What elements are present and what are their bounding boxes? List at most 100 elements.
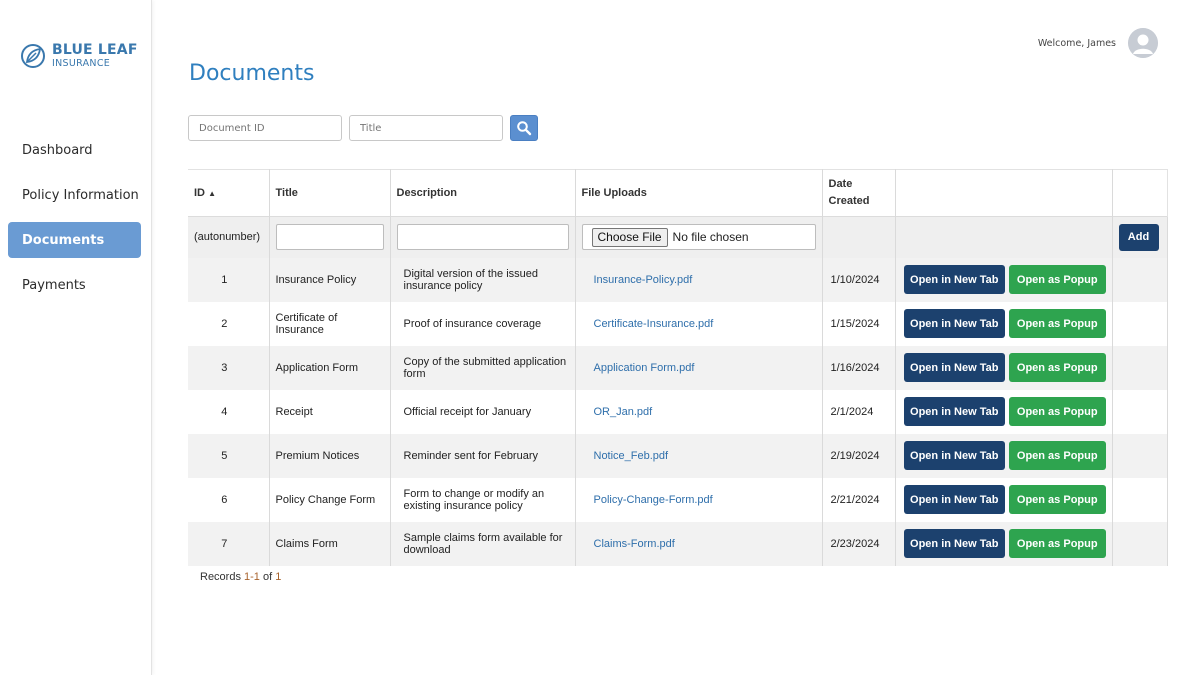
open-in-new-tab-button[interactable]: Open in New Tab — [903, 265, 1005, 294]
sidebar-item-label: Documents — [22, 232, 105, 248]
file-link[interactable]: Notice_Feb.pdf — [582, 450, 669, 462]
row-title: Claims Form — [269, 521, 391, 566]
file-upload-field[interactable]: Choose File No file chosen — [581, 224, 816, 251]
column-header-date-created[interactable]: Date Created — [822, 169, 896, 217]
search-button[interactable] — [510, 115, 538, 141]
row-description: Reminder sent for February — [390, 433, 576, 478]
new-title-input[interactable] — [275, 224, 384, 251]
new-actions-cell — [895, 216, 1113, 258]
column-header-description[interactable]: Description — [390, 169, 576, 217]
row-empty-cell — [1112, 257, 1168, 302]
column-header-add — [1112, 169, 1168, 217]
row-description: Form to change or modify an existing ins… — [390, 477, 576, 522]
sidebar-item-dashboard[interactable]: Dashboard — [8, 132, 141, 168]
sidebar-item-label: Policy Information — [22, 187, 139, 203]
autonumber-placeholder: (autonumber) — [188, 216, 270, 258]
brand-subtitle: INSURANCE — [52, 58, 111, 70]
table-row: 5 Premium Notices Reminder sent for Februa… — [188, 433, 1168, 478]
row-id: 4 — [188, 389, 270, 434]
open-as-popup-button[interactable]: Open as Popup — [1008, 485, 1106, 514]
row-id: 5 — [188, 433, 270, 478]
user-avatar-icon[interactable] — [1128, 28, 1158, 58]
records-count: Records 1-1 of 1 — [200, 571, 282, 583]
open-as-popup-button[interactable]: Open as Popup — [1008, 441, 1106, 470]
row-title: Policy Change Form — [269, 477, 391, 522]
open-in-new-tab-button[interactable]: Open in New Tab — [903, 353, 1005, 382]
sidebar-item-label: Payments — [22, 277, 86, 293]
table-header-row: ID ▲ Title Description File Uploads Date… — [188, 169, 1168, 217]
open-in-new-tab-button[interactable]: Open in New Tab — [903, 441, 1005, 470]
row-id: 2 — [188, 301, 270, 346]
add-button[interactable]: Add — [1118, 223, 1159, 251]
row-date-created: 1/10/2024 — [822, 257, 896, 302]
file-link[interactable]: Insurance-Policy.pdf — [582, 274, 693, 286]
sidebar-item-payments[interactable]: Payments — [8, 267, 141, 303]
table-row: 6 Policy Change Form Form to change or mod… — [188, 477, 1168, 522]
open-as-popup-button[interactable]: Open as Popup — [1008, 309, 1106, 338]
document-id-search-input[interactable] — [188, 115, 342, 141]
row-title: Application Form — [269, 345, 391, 390]
table-row: 1 Insurance Policy Digital version of the … — [188, 257, 1168, 302]
file-link[interactable]: OR_Jan.pdf — [582, 406, 653, 418]
row-date-created: 1/15/2024 — [822, 301, 896, 346]
welcome-text: Welcome, James — [1037, 38, 1116, 49]
new-description-input[interactable] — [396, 224, 569, 251]
row-title: Premium Notices — [269, 433, 391, 478]
column-header-title[interactable]: Title — [269, 169, 391, 217]
open-in-new-tab-button[interactable]: Open in New Tab — [903, 397, 1005, 426]
sidebar-item-label: Dashboard — [22, 142, 93, 158]
row-empty-cell — [1112, 389, 1168, 434]
file-link[interactable]: Claims-Form.pdf — [582, 538, 675, 550]
open-as-popup-button[interactable]: Open as Popup — [1008, 265, 1106, 294]
open-in-new-tab-button[interactable]: Open in New Tab — [903, 529, 1005, 558]
row-description: Digital version of the issued insurance … — [390, 257, 576, 302]
open-as-popup-button[interactable]: Open as Popup — [1008, 353, 1106, 382]
file-link[interactable]: Policy-Change-Form.pdf — [582, 494, 713, 506]
row-id: 3 — [188, 345, 270, 390]
page-title: Documents — [189, 61, 315, 86]
row-title: Insurance Policy — [269, 257, 391, 302]
column-header-file-uploads[interactable]: File Uploads — [575, 169, 823, 217]
row-empty-cell — [1112, 433, 1168, 478]
sidebar-item-policy-information[interactable]: Policy Information — [8, 177, 141, 213]
file-link[interactable]: Application Form.pdf — [582, 362, 695, 374]
row-id: 7 — [188, 521, 270, 566]
choose-file-button[interactable]: Choose File — [591, 227, 668, 247]
search-icon — [517, 121, 532, 136]
table-row: 7 Claims Form Sample claims form available… — [188, 521, 1168, 566]
new-record-row: (autonumber) Choose File No file chosen … — [188, 216, 1168, 258]
table-row: 4 Receipt Official receipt for January OR_J… — [188, 389, 1168, 434]
row-title: Certificate of Insurance — [269, 301, 391, 346]
row-description: Official receipt for January — [390, 389, 576, 434]
title-search-input[interactable] — [349, 115, 503, 141]
open-in-new-tab-button[interactable]: Open in New Tab — [903, 485, 1005, 514]
brand-logo[interactable]: BLUE LEAF INSURANCE — [20, 43, 138, 69]
row-date-created: 1/16/2024 — [822, 345, 896, 390]
user-silhouette-icon — [1128, 28, 1158, 58]
row-date-created: 2/1/2024 — [822, 389, 896, 434]
row-date-created: 2/21/2024 — [822, 477, 896, 522]
row-empty-cell — [1112, 345, 1168, 390]
file-link[interactable]: Certificate-Insurance.pdf — [582, 318, 714, 330]
row-description: Sample claims form available for downloa… — [390, 521, 576, 566]
open-as-popup-button[interactable]: Open as Popup — [1008, 397, 1106, 426]
open-in-new-tab-button[interactable]: Open in New Tab — [903, 309, 1005, 338]
row-empty-cell — [1112, 301, 1168, 346]
sidebar-item-documents[interactable]: Documents — [8, 222, 141, 258]
row-empty-cell — [1112, 521, 1168, 566]
row-date-created: 2/19/2024 — [822, 433, 896, 478]
table-row: 2 Certificate of Insurance Proof of insura… — [188, 301, 1168, 346]
sidebar-nav: Dashboard Policy Information Documents P… — [8, 132, 141, 312]
no-file-text: No file chosen — [672, 230, 749, 245]
row-description: Copy of the submitted application form — [390, 345, 576, 390]
row-empty-cell — [1112, 477, 1168, 522]
new-date-cell — [822, 216, 896, 258]
leaf-logo-icon — [21, 44, 45, 68]
open-as-popup-button[interactable]: Open as Popup — [1008, 529, 1106, 558]
sort-ascending-icon: ▲ — [208, 188, 216, 198]
row-date-created: 2/23/2024 — [822, 521, 896, 566]
table-row: 3 Application Form Copy of the submitted a… — [188, 345, 1168, 390]
row-title: Receipt — [269, 389, 391, 434]
column-header-actions — [895, 169, 1113, 217]
column-header-id[interactable]: ID ▲ — [188, 169, 270, 217]
